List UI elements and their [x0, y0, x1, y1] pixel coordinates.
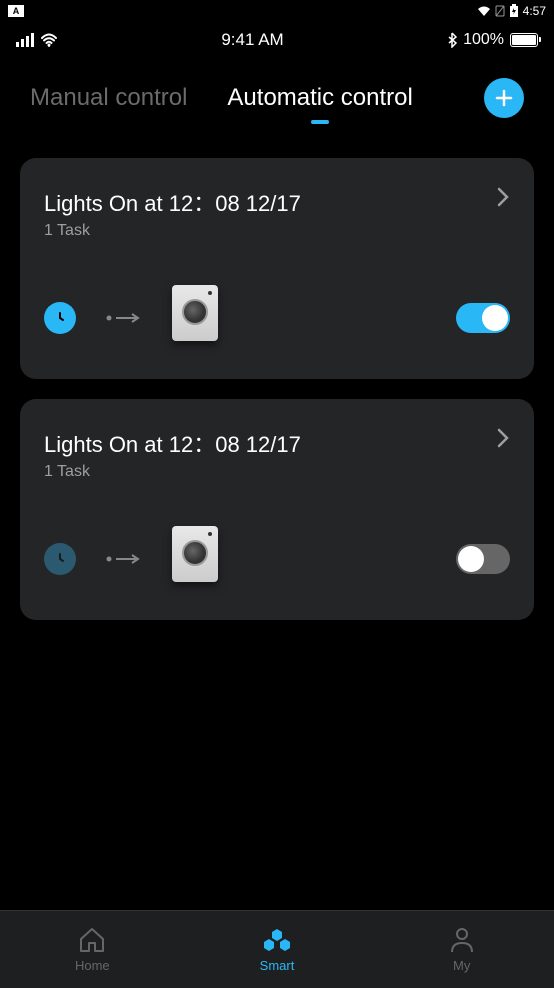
wifi-icon: [477, 5, 491, 17]
nav-home[interactable]: Home: [0, 911, 185, 988]
add-button[interactable]: [484, 78, 524, 118]
smart-icon: [262, 926, 292, 954]
status-time: 9:41 AM: [221, 30, 283, 50]
device-icon: [172, 526, 226, 592]
task-list: Lights On at 12：08 12/17 1 Task Lights O…: [0, 128, 554, 620]
tab-manual-control[interactable]: Manual control: [30, 84, 187, 112]
task-title: Lights On at 12：08 12/17: [44, 427, 301, 459]
wifi-icon: [40, 33, 58, 47]
nav-my[interactable]: My: [369, 911, 554, 988]
nav-label: Smart: [260, 958, 295, 973]
task-card[interactable]: Lights On at 12：08 12/17 1 Task: [20, 158, 534, 379]
tab-automatic-control[interactable]: Automatic control: [227, 84, 412, 112]
android-time: 4:57: [523, 4, 546, 18]
battery-icon: [510, 33, 538, 47]
chevron-right-icon: [496, 427, 510, 449]
task-toggle[interactable]: [456, 303, 510, 333]
clock-icon: [44, 543, 76, 575]
plus-icon: [493, 87, 515, 109]
bluetooth-icon: [447, 32, 457, 48]
task-subtitle: 1 Task: [44, 463, 301, 481]
profile-icon: [447, 926, 477, 954]
app-indicator: A: [8, 5, 24, 17]
bottom-navigation: Home Smart My: [0, 910, 554, 988]
device-icon: [172, 285, 226, 351]
nav-label: My: [453, 958, 470, 973]
arrow-right-icon: [106, 311, 142, 325]
battery-charging-icon: [509, 4, 519, 18]
status-left: [16, 33, 58, 47]
sim-icon: [495, 5, 505, 17]
clock-icon: [44, 302, 76, 334]
task-header: Lights On at 12：08 12/17 1 Task: [44, 427, 510, 481]
nav-smart[interactable]: Smart: [185, 911, 370, 988]
battery-percent: 100%: [463, 31, 504, 49]
task-body: [44, 285, 510, 351]
chevron-right-icon: [496, 186, 510, 208]
task-header: Lights On at 12：08 12/17 1 Task: [44, 186, 510, 240]
task-subtitle: 1 Task: [44, 222, 301, 240]
task-toggle[interactable]: [456, 544, 510, 574]
arrow-right-icon: [106, 552, 142, 566]
android-status-right: 4:57: [477, 4, 546, 18]
status-right: 100%: [447, 31, 538, 49]
task-title: Lights On at 12：08 12/17: [44, 186, 301, 218]
signal-icon: [16, 33, 34, 47]
nav-label: Home: [75, 958, 110, 973]
task-body: [44, 526, 510, 592]
home-icon: [77, 926, 107, 954]
android-system-status-bar: A 4:57: [0, 0, 554, 22]
app-status-bar: 9:41 AM 100%: [0, 22, 554, 58]
tab-header: Manual control Automatic control: [0, 58, 554, 128]
task-card[interactable]: Lights On at 12：08 12/17 1 Task: [20, 399, 534, 620]
